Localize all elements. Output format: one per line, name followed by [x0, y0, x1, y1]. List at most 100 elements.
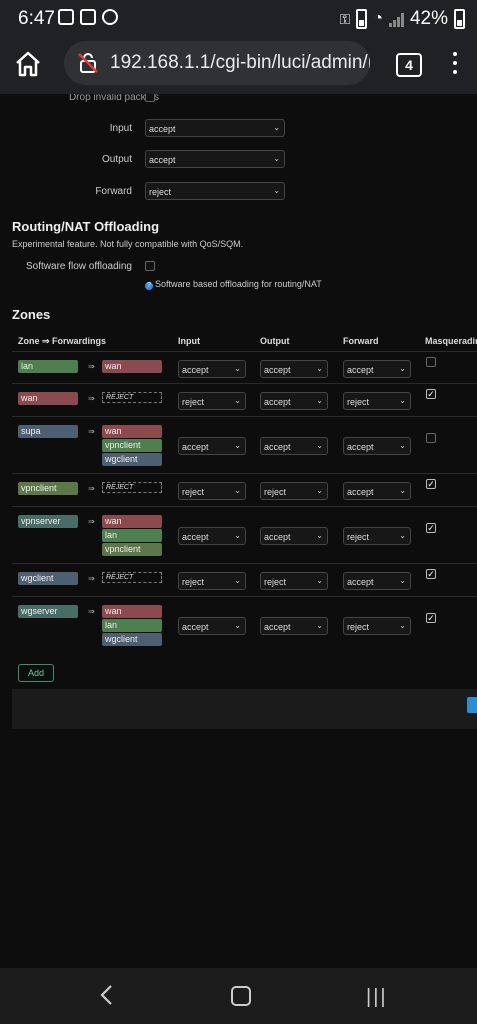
recents-icon[interactable]: ||| — [366, 986, 388, 1009]
masquerading-checkbox[interactable] — [426, 357, 436, 367]
zone-badge: supa — [18, 425, 78, 438]
page-content: Drop invalid packets Input accept ⌄ Outpu… — [0, 94, 477, 968]
chevron-down-icon: ⌄ — [234, 396, 241, 405]
input-select[interactable]: reject ⌄ — [178, 392, 246, 410]
input-value: reject — [182, 397, 205, 407]
wifi-icon: ◔ — [373, 10, 383, 27]
forward-badge-vpnclient: vpnclient — [102, 439, 162, 452]
chevron-down-icon: ⌄ — [316, 441, 323, 450]
chevron-down-icon: ⌄ — [399, 621, 406, 630]
forward-arrow-icon: ⇒ — [88, 517, 95, 526]
col-masquerading: Masquerading — [425, 336, 477, 346]
chevron-down-icon: ⌄ — [316, 576, 323, 585]
output-select[interactable]: accept ⌄ — [260, 527, 328, 545]
forward-value: accept — [347, 487, 374, 497]
browser-toolbar: 192.168.1.1/cgi-bin/luci/admin/n 4 — [0, 36, 477, 94]
insecure-lock-icon[interactable] — [76, 51, 100, 75]
output-select[interactable]: reject ⌄ — [260, 572, 328, 590]
forwardings: wan vpnclient wgclient — [102, 425, 164, 467]
forward-badge-wan: wan — [102, 425, 162, 438]
drop-invalid-checkbox[interactable] — [145, 94, 155, 102]
input-value: accept — [182, 532, 209, 542]
output-select[interactable]: accept ⌄ — [260, 360, 328, 378]
offloading-title: Routing/NAT Offloading — [12, 219, 160, 234]
reject-badge: REJECT — [102, 572, 162, 583]
chevron-down-icon: ⌄ — [234, 441, 241, 450]
home-icon[interactable] — [12, 48, 44, 80]
chevron-down-icon: ⌄ — [316, 364, 323, 373]
output-policy-select[interactable]: accept ⌄ — [145, 150, 285, 168]
input-select[interactable]: accept ⌄ — [178, 617, 246, 635]
input-value: accept — [182, 442, 209, 452]
back-icon[interactable] — [98, 984, 116, 1006]
chevron-down-icon: ⌄ — [234, 486, 241, 495]
input-select[interactable]: accept ⌄ — [178, 527, 246, 545]
chevron-down-icon: ⌄ — [316, 621, 323, 630]
forward-policy-select[interactable]: reject ⌄ — [145, 182, 285, 200]
forward-arrow-icon: ⇒ — [88, 574, 95, 583]
masquerading-checkbox[interactable]: ✓ — [426, 389, 436, 399]
reject-badge: REJECT — [102, 392, 162, 403]
zone-row-supa: supa ⇒ wan vpnclient wgclient accept ⌄ accept ⌄ a… — [12, 416, 477, 474]
output-select[interactable]: accept ⌄ — [260, 437, 328, 455]
forward-select[interactable]: reject ⌄ — [343, 617, 411, 635]
output-select[interactable]: accept ⌄ — [260, 392, 328, 410]
zone-badge: vpnclient — [18, 482, 78, 495]
forward-select[interactable]: reject ⌄ — [343, 392, 411, 410]
output-value: accept — [264, 365, 291, 375]
zone-row-wgclient: wgclient ⇒ REJECT reject ⌄ reject ⌄ accept ⌄ ✓ — [12, 563, 477, 597]
forward-value: accept — [347, 365, 374, 375]
col-forward: Forward — [343, 336, 379, 346]
input-select[interactable]: reject ⌄ — [178, 572, 246, 590]
status-bar: 6:47 ⚿ ◔ 42% — [0, 0, 477, 36]
output-value: accept — [264, 622, 291, 632]
form-actions-bar — [12, 689, 477, 729]
forward-value: accept — [347, 442, 374, 452]
chevron-down-icon: ⌄ — [316, 396, 323, 405]
help-icon: ? — [145, 282, 153, 290]
masquerading-checkbox[interactable]: ✓ — [426, 569, 436, 579]
battery-percent: 42% — [409, 8, 448, 29]
masquerading-checkbox[interactable]: ✓ — [426, 479, 436, 489]
zone-badge: lan — [18, 360, 78, 373]
add-zone-button[interactable]: Add — [18, 664, 54, 682]
forward-badge-lan: lan — [102, 529, 162, 542]
forward-select[interactable]: accept ⌄ — [343, 437, 411, 455]
forward-badge-vpnclient: vpnclient — [102, 543, 162, 556]
home-nav-icon[interactable] — [231, 986, 251, 1006]
masquerading-checkbox[interactable] — [426, 433, 436, 443]
chevron-down-icon: ⌄ — [273, 186, 280, 195]
tab-switcher-button[interactable]: 4 — [396, 53, 422, 77]
cast-notification-icon — [58, 9, 74, 25]
masquerading-checkbox[interactable]: ✓ — [426, 523, 436, 533]
col-zone: Zone ⇒ Forwardings — [18, 336, 107, 346]
forward-badge-lan: lan — [102, 619, 162, 632]
forward-select[interactable]: accept ⌄ — [343, 572, 411, 590]
address-bar[interactable]: 192.168.1.1/cgi-bin/luci/admin/n — [64, 41, 370, 85]
chevron-down-icon: ⌄ — [399, 486, 406, 495]
chevron-down-icon: ⌄ — [399, 364, 406, 373]
zone-badge: wan — [18, 392, 78, 405]
zone-row-wan: wan ⇒ REJECT reject ⌄ accept ⌄ reject ⌄ ✓ — [12, 383, 477, 417]
forward-select[interactable]: accept ⌄ — [343, 360, 411, 378]
save-apply-button[interactable] — [467, 697, 477, 713]
output-select[interactable]: accept ⌄ — [260, 617, 328, 635]
output-select[interactable]: reject ⌄ — [260, 482, 328, 500]
zone-row-wgserver: wgserver ⇒ wan lan wgclient accept ⌄ accept ⌄ rej… — [12, 596, 477, 654]
forward-policy-value: reject — [149, 187, 172, 197]
input-select[interactable]: accept ⌄ — [178, 437, 246, 455]
input-select[interactable]: reject ⌄ — [178, 482, 246, 500]
key-icon: ⚿ — [339, 10, 351, 27]
forwardings: REJECT — [102, 572, 164, 583]
input-select[interactable]: accept ⌄ — [178, 360, 246, 378]
forward-select[interactable]: reject ⌄ — [343, 527, 411, 545]
masquerading-checkbox[interactable]: ✓ — [426, 613, 436, 623]
forward-select[interactable]: accept ⌄ — [343, 482, 411, 500]
input-policy-select[interactable]: accept ⌄ — [145, 119, 285, 137]
offloading-description: Experimental feature. Not fully compatib… — [12, 239, 244, 249]
sw-offloading-checkbox[interactable] — [145, 261, 155, 271]
forward-arrow-icon: ⇒ — [88, 427, 95, 436]
more-menu-icon[interactable] — [452, 52, 458, 76]
chevron-down-icon: ⌄ — [399, 396, 406, 405]
forward-badge-wan: wan — [102, 515, 162, 528]
